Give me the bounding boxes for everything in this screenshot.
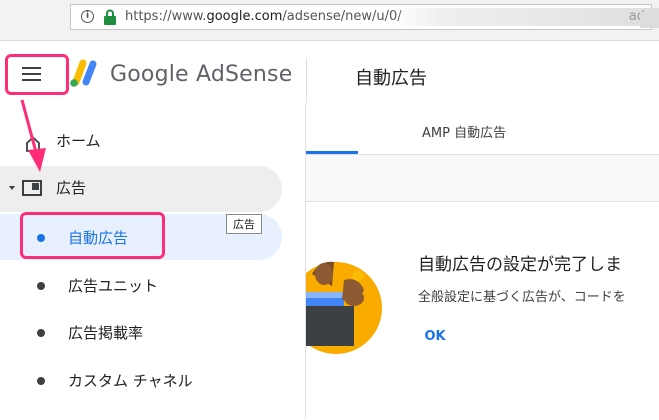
sidebar-item-ad-coverage[interactable]: 広告掲載率 <box>68 322 143 343</box>
url-path: /adsense/new/u/0/ <box>282 9 402 24</box>
person-laptop-illustration <box>306 261 382 354</box>
auto-ads-highlight-box <box>20 212 165 259</box>
tab-amp-auto-ads[interactable]: AMP 自動広告 <box>422 122 506 141</box>
toolbar-edge <box>640 12 659 28</box>
address-bar[interactable]: i https://www.google.com/adsense/new/u/0… <box>70 4 659 30</box>
sidebar-item-custom-channels[interactable]: カスタム チャネル <box>68 370 193 391</box>
info-icon[interactable]: i <box>81 10 94 23</box>
brand-name: Google AdSense <box>110 62 293 87</box>
sidebar-item-ads-label[interactable]: 広告 <box>56 177 86 198</box>
card-description: 全般設定に基づく広告が、コードを <box>418 290 626 305</box>
url-redaction <box>391 8 659 26</box>
url-host: google.com <box>206 9 283 24</box>
browser-toolbar: i https://www.google.com/adsense/new/u/0… <box>0 0 659 41</box>
bullet-icon <box>37 377 45 385</box>
sidebar-item-home[interactable]: ホーム <box>56 130 101 151</box>
tooltip: 広告 <box>226 214 262 234</box>
ok-button[interactable]: OK <box>418 322 452 352</box>
page-title: 自動広告 <box>355 68 427 89</box>
ads-icon <box>22 180 42 196</box>
bullet-icon <box>37 282 45 290</box>
url-text: https://www.google.com/adsense/new/u/0/ <box>125 9 402 24</box>
url-prefix: https://www. <box>125 9 207 24</box>
app-header: Google AdSense <box>0 41 659 103</box>
sidebar-item-ad-units[interactable]: 広告ユニット <box>68 275 158 296</box>
tab-auto-ads-indicator[interactable] <box>306 151 358 154</box>
lock-icon <box>104 9 116 25</box>
caret-down-icon[interactable] <box>9 186 15 190</box>
bullet-icon <box>37 329 45 337</box>
card-title: 自動広告の設定が完了しま <box>418 255 622 275</box>
menu-highlight-box <box>5 54 69 95</box>
adsense-logo-icon <box>70 59 97 87</box>
annotation-arrow-icon <box>20 99 46 172</box>
